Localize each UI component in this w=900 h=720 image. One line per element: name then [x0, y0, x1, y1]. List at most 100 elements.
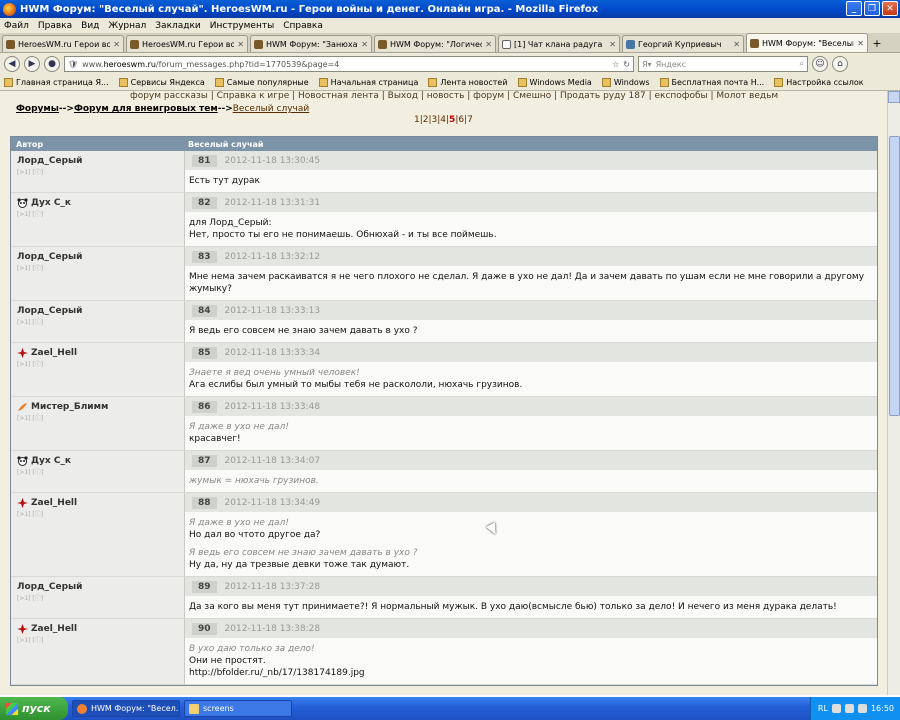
author-meta[interactable]: [>1] [ⓘ] [17, 263, 178, 272]
author-name-text[interactable]: Дух С_к [31, 198, 71, 208]
author-name-text[interactable]: Zael_Hell [31, 624, 77, 634]
author-name-text[interactable]: Мистер_Блимм [31, 402, 108, 412]
close-tab-icon[interactable]: ✕ [857, 39, 864, 48]
author-name-text[interactable]: Лорд_Серый [17, 306, 82, 316]
bookmark-item[interactable]: Сервисы Яндекса [118, 78, 205, 87]
breadcrumb-topic[interactable]: Веселый случай [233, 104, 309, 114]
site-identity-icon[interactable]: 🛡 [68, 60, 78, 69]
tray-icon[interactable] [844, 704, 854, 713]
author-name[interactable]: Лорд_Серый [17, 582, 178, 592]
reload-icon[interactable]: ↻ [623, 60, 630, 69]
post-number[interactable]: 81 [192, 154, 217, 167]
menu-tools[interactable]: Инструменты [210, 21, 274, 31]
maximize-button[interactable]: ❐ [864, 1, 880, 16]
post-number[interactable]: 89 [192, 580, 217, 593]
author-name[interactable]: Лорд_Серый [17, 252, 178, 262]
author-name-text[interactable]: Дух С_к [31, 456, 71, 466]
scroll-up-icon[interactable] [888, 91, 900, 103]
scroll-thumb[interactable] [889, 136, 900, 416]
home-site-icon[interactable]: ● [44, 56, 60, 72]
breadcrumb-section[interactable]: Форум для внеигровых тем [74, 104, 218, 114]
author-name-text[interactable]: Zael_Hell [31, 348, 77, 358]
post-number[interactable]: 85 [192, 346, 217, 359]
browser-tab[interactable]: [1] Чат клана радуга ✕ [498, 35, 620, 52]
post-number[interactable]: 87 [192, 454, 217, 467]
author-meta[interactable]: [>1] [ⓘ] [17, 509, 178, 518]
menu-bookmarks[interactable]: Закладки [155, 21, 201, 31]
start-button[interactable]: пуск [0, 697, 68, 720]
author-name[interactable]: Zael_Hell [17, 498, 178, 508]
taskbar-item-firefox[interactable]: HWM Форум: "Весел... [72, 700, 180, 717]
post-number[interactable]: 83 [192, 250, 217, 263]
addon-icon[interactable]: ☺ [812, 56, 828, 72]
author-meta[interactable]: [>1] [ⓘ] [17, 167, 178, 176]
close-tab-icon[interactable]: ✕ [733, 40, 740, 49]
menu-help[interactable]: Справка [283, 21, 323, 31]
bookmark-item[interactable]: Главная страница Я... [4, 78, 109, 87]
menu-edit[interactable]: Правка [38, 21, 72, 31]
back-button[interactable]: ◀ [4, 56, 20, 72]
author-name-text[interactable]: Лорд_Серый [17, 156, 82, 166]
author-name-text[interactable]: Лорд_Серый [17, 582, 82, 592]
author-meta[interactable]: [>1] [ⓘ] [17, 317, 178, 326]
taskbar-item-screens[interactable]: screens [184, 700, 292, 717]
close-tab-icon[interactable]: ✕ [113, 40, 120, 49]
bookmark-item[interactable]: Лента новостей [428, 78, 508, 87]
close-button[interactable]: ✕ [882, 1, 898, 16]
bookmark-item[interactable]: Настройка ссылок [774, 78, 864, 87]
browser-tab[interactable]: HeroesWM.ru Герои войн...✕ [2, 35, 124, 52]
home-icon[interactable]: ⌂ [832, 56, 848, 72]
post-number[interactable]: 86 [192, 400, 217, 413]
tray-icon[interactable] [857, 704, 867, 713]
author-meta[interactable]: [>1] [ⓘ] [17, 635, 178, 644]
search-icon[interactable]: ⌕ [800, 59, 804, 69]
language-indicator[interactable]: RL [818, 704, 828, 713]
author-name-text[interactable]: Zael_Hell [31, 498, 77, 508]
author-meta[interactable]: [>1] [ⓘ] [17, 359, 178, 368]
close-tab-icon[interactable]: ✕ [609, 40, 616, 49]
top-links[interactable]: форум рассказы | Справка к игре | Новост… [130, 91, 778, 101]
search-input[interactable]: Я▾ Яндекс ⌕ [638, 56, 808, 72]
bookmark-item[interactable]: Windows [601, 78, 650, 87]
author-meta[interactable]: [>1] [ⓘ] [17, 593, 178, 602]
menu-file[interactable]: Файл [4, 21, 29, 31]
browser-tab[interactable]: Георгий Куприевыч ✕ [622, 35, 744, 52]
author-meta[interactable]: [>1] [ⓘ] [17, 413, 178, 422]
pagination[interactable]: 1|2|3|4|5|6|7 [414, 115, 473, 125]
menu-history[interactable]: Журнал [108, 21, 146, 31]
author-name[interactable]: Лорд_Серый [17, 306, 178, 316]
author-meta[interactable]: [>1] [ⓘ] [17, 467, 178, 476]
post-number[interactable]: 90 [192, 622, 217, 635]
close-tab-icon[interactable]: ✕ [361, 40, 368, 49]
author-name[interactable]: Zael_Hell [17, 348, 178, 358]
address-bar[interactable]: 🛡 www.heroeswm.ru/forum_messages.php?tid… [64, 56, 634, 72]
browser-tab[interactable]: HeroesWM.ru Герои войн...✕ [126, 35, 248, 52]
bookmark-star-icon[interactable]: ☆ [612, 60, 619, 69]
browser-tab[interactable]: HWM Форум: "Занюхать"...✕ [250, 35, 372, 52]
author-name-text[interactable]: Лорд_Серый [17, 252, 82, 262]
post-number[interactable]: 82 [192, 196, 217, 209]
author-name[interactable]: Дух С_к [17, 456, 178, 466]
post-number[interactable]: 88 [192, 496, 217, 509]
minimize-button[interactable]: _ [846, 1, 862, 16]
bookmark-item[interactable]: Самые популярные [214, 78, 309, 87]
close-tab-icon[interactable]: ✕ [237, 40, 244, 49]
bookmark-item[interactable]: Бесплатная почта H... [659, 78, 764, 87]
close-tab-icon[interactable]: ✕ [485, 40, 492, 49]
browser-tab[interactable]: HWM Форум: "Логическо...✕ [374, 35, 496, 52]
new-tab-button[interactable]: + [870, 35, 884, 52]
author-name[interactable]: Дух С_к [17, 198, 178, 208]
author-name[interactable]: Мистер_Блимм [17, 402, 178, 412]
menu-view[interactable]: Вид [81, 21, 99, 31]
tray-icon[interactable] [831, 704, 841, 713]
page-scrollbar[interactable] [887, 91, 900, 695]
post-number[interactable]: 84 [192, 304, 217, 317]
bookmark-item[interactable]: Начальная страница [318, 78, 418, 87]
author-name[interactable]: Zael_Hell [17, 624, 178, 634]
author-meta[interactable]: [>1] [ⓘ] [17, 209, 178, 218]
browser-tab-active[interactable]: HWM Форум: "Веселый с...✕ [746, 33, 868, 52]
author-name[interactable]: Лорд_Серый [17, 156, 178, 166]
bookmark-item[interactable]: Windows Media [517, 78, 592, 87]
breadcrumb-forums[interactable]: Форумы [16, 104, 59, 114]
forward-button[interactable]: ▶ [24, 56, 40, 72]
